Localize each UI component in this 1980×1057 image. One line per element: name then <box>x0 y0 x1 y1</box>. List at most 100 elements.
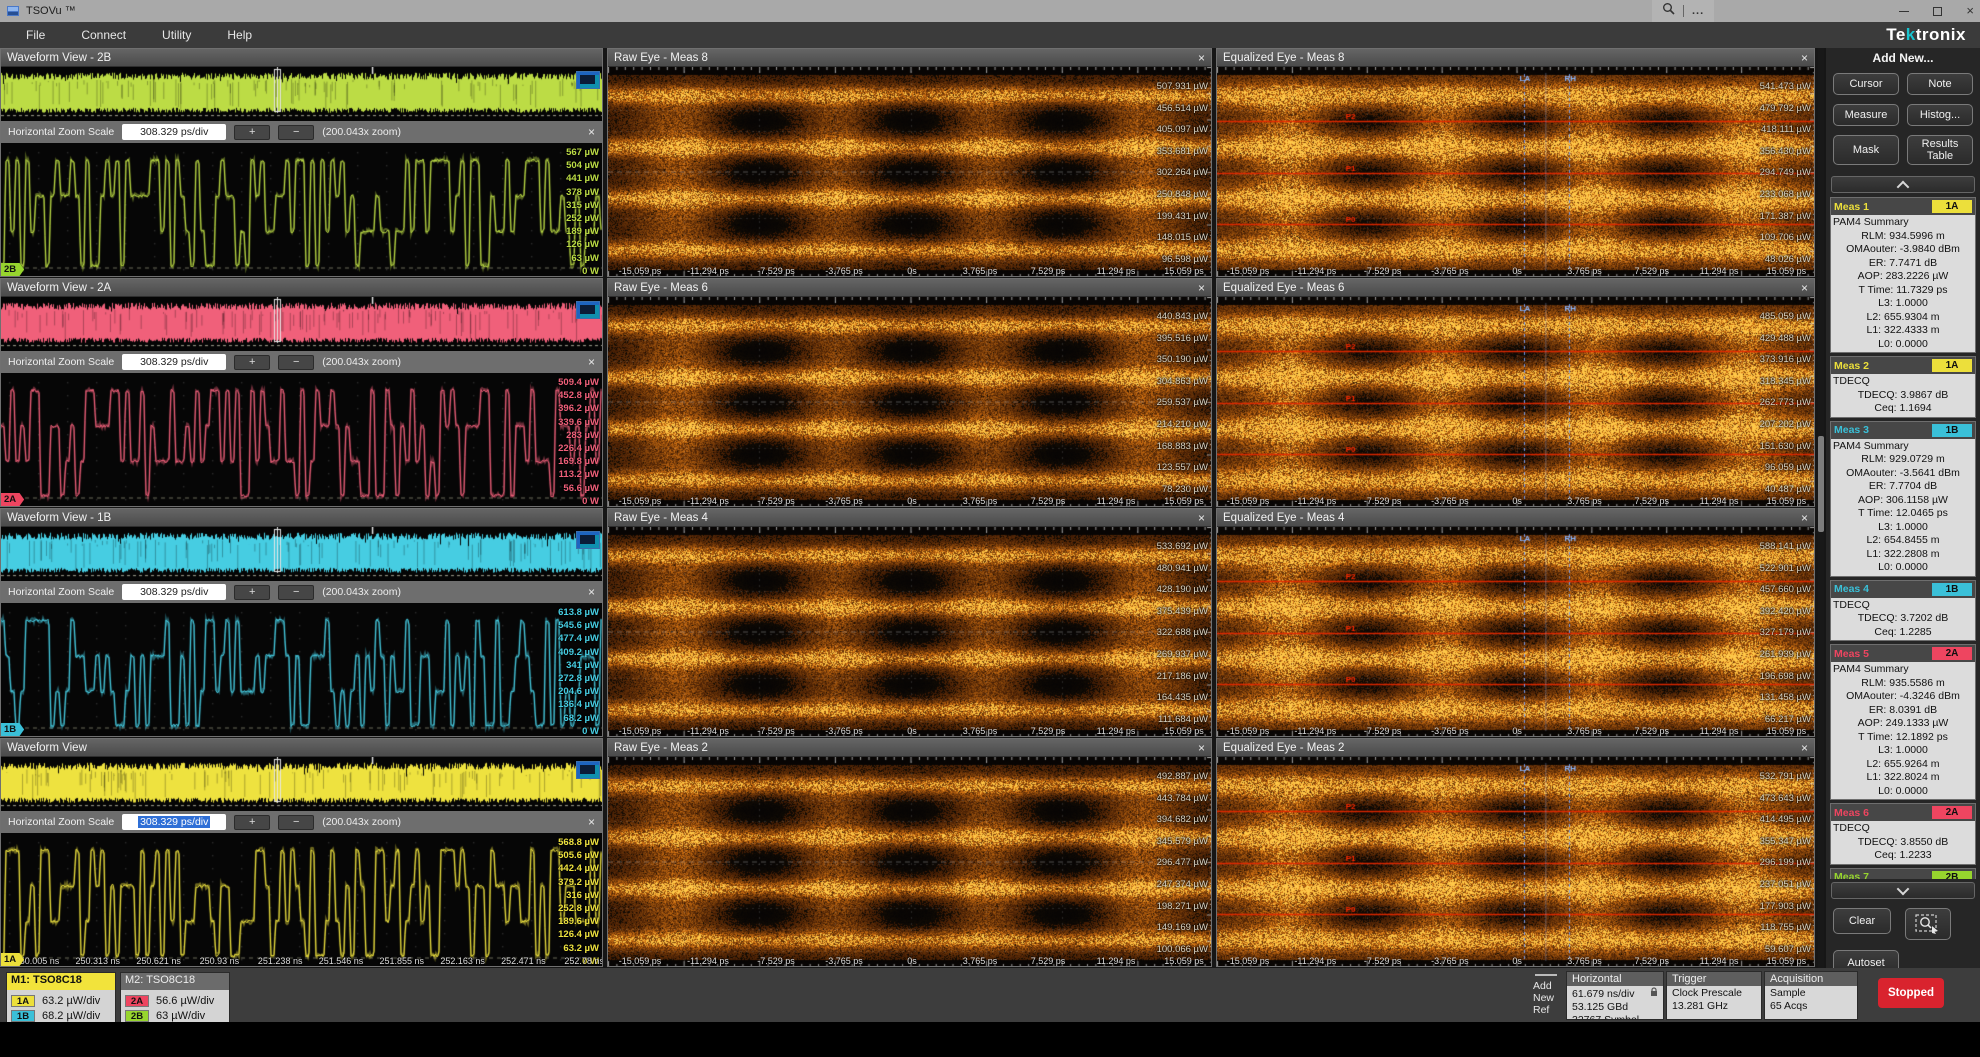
close-icon[interactable]: × <box>1801 742 1808 754</box>
waveform-plot[interactable]: 568.8 µW505.6 µW442.4 µW379.2 µW316 µW25… <box>1 833 602 967</box>
close-icon[interactable]: × <box>588 356 595 368</box>
close-icon[interactable]: × <box>588 586 595 598</box>
panel-header[interactable]: Raw Eye - Meas 2 × <box>608 739 1211 757</box>
waveform-canvas[interactable] <box>1 143 602 277</box>
add-mask-button[interactable]: Mask <box>1833 135 1899 165</box>
channel-row-1a[interactable]: 1A 63.2 µW/div <box>11 993 111 1008</box>
channel-row-2a[interactable]: 2A 56.6 µW/div <box>125 993 225 1008</box>
acquisition-settings-card[interactable]: Acquisition Sample 65 Acqs <box>1764 971 1858 1020</box>
eye-canvas[interactable] <box>1217 757 1815 967</box>
eye-canvas[interactable] <box>608 527 1212 737</box>
minimize-button[interactable] <box>1899 11 1909 12</box>
waveform-plot[interactable]: 567 µW504 µW441 µW378 µW315 µW252 µW189 … <box>1 143 602 277</box>
measurement-card-header[interactable]: Meas 2 1A <box>1831 357 1975 374</box>
eye-canvas[interactable] <box>1217 297 1815 507</box>
eye-plot[interactable]: 507.931 µW456.514 µW405.097 µW353.681 µW… <box>608 67 1211 277</box>
close-icon[interactable]: × <box>1801 512 1808 524</box>
measurement-card[interactable]: Meas 5 2A PAM4 Summary RLM: 935.5586 mOM… <box>1830 644 1976 800</box>
eye-plot[interactable]: 485.059 µW429.488 µW373.916 µW318.345 µW… <box>1217 297 1814 507</box>
close-icon[interactable]: × <box>1198 512 1205 524</box>
panel-header[interactable]: Equalized Eye - Meas 8 × <box>1217 49 1814 67</box>
panel-header[interactable]: Raw Eye - Meas 8 × <box>608 49 1211 67</box>
measurement-card-header[interactable]: Meas 1 1A <box>1831 198 1975 215</box>
measurement-card[interactable]: Meas 3 1B PAM4 Summary RLM: 929.0729 mOM… <box>1830 421 1976 577</box>
zoom-scale-input[interactable]: 308.329 ps/div <box>122 814 226 830</box>
zoom-select-button[interactable] <box>1905 908 1951 940</box>
module-m2-header[interactable]: M2: TSO8C18 <box>121 973 229 990</box>
waveform-canvas[interactable] <box>1 833 602 967</box>
panel-header[interactable]: Waveform View <box>1 739 602 757</box>
scrollbar-thumb[interactable] <box>1818 436 1824 532</box>
channel-row-2b[interactable]: 2B 63 µW/div <box>125 1008 225 1023</box>
zoom-scale-input[interactable]: 308.329 ps/div <box>122 354 226 370</box>
zoom-in-button[interactable]: + <box>234 125 270 140</box>
zoom-out-button[interactable]: − <box>278 815 314 830</box>
menu-connect[interactable]: Connect <box>63 22 144 48</box>
zoom-scale-input[interactable]: 308.329 ps/div <box>122 124 226 140</box>
waveform-canvas[interactable] <box>1 373 602 507</box>
eye-canvas[interactable] <box>608 757 1212 967</box>
add-new-ref-button[interactable]: Add New Ref <box>1533 971 1563 1019</box>
panel-header[interactable]: Raw Eye - Meas 6 × <box>608 279 1211 297</box>
zoom-scale-input[interactable]: 308.329 ps/div <box>122 584 226 600</box>
eye-canvas[interactable] <box>1217 67 1815 277</box>
close-button[interactable]: × <box>1966 0 1974 22</box>
zoom-out-button[interactable]: − <box>278 355 314 370</box>
eye-plot[interactable]: 492.887 µW443.784 µW394.682 µW345.579 µW… <box>608 757 1211 967</box>
vertical-scrollbar[interactable] <box>1818 48 1824 968</box>
add-measure-button[interactable]: Measure <box>1833 104 1899 126</box>
module-m1-header[interactable]: M1: TSO8C18 <box>7 973 115 990</box>
more-tools-icon[interactable]: ... <box>1692 5 1704 17</box>
menu-help[interactable]: Help <box>209 22 270 48</box>
channel-row-1b[interactable]: 1B 68.2 µW/div <box>11 1008 111 1023</box>
panel-header[interactable]: Waveform View - 1B <box>1 509 602 527</box>
zoom-out-button[interactable]: − <box>278 585 314 600</box>
close-icon[interactable]: × <box>1198 282 1205 294</box>
measurement-card-header[interactable]: Meas 3 1B <box>1831 422 1975 439</box>
overview-map-icon[interactable] <box>576 71 600 89</box>
scroll-down-button[interactable] <box>1831 882 1975 899</box>
waveform-plot[interactable]: 613.8 µW545.6 µW477.4 µW409.2 µW341 µW27… <box>1 603 602 737</box>
overview-canvas[interactable] <box>1 297 602 351</box>
waveform-overview[interactable] <box>1 527 602 581</box>
waveform-overview[interactable] <box>1 757 602 811</box>
overview-canvas[interactable] <box>1 527 602 581</box>
eye-canvas[interactable] <box>608 297 1212 507</box>
add-histogram-button[interactable]: Histog... <box>1907 104 1973 126</box>
measurement-card-header[interactable]: Meas 4 1B <box>1831 581 1975 598</box>
panel-header[interactable]: Waveform View - 2B <box>1 49 602 67</box>
close-icon[interactable]: × <box>588 126 595 138</box>
maximize-button[interactable] <box>1933 7 1942 16</box>
clear-button[interactable]: Clear <box>1833 908 1891 934</box>
close-icon[interactable]: × <box>1198 52 1205 64</box>
zoom-in-button[interactable]: + <box>234 815 270 830</box>
overview-canvas[interactable] <box>1 757 602 811</box>
eye-canvas[interactable] <box>608 67 1212 277</box>
panel-header[interactable]: Equalized Eye - Meas 6 × <box>1217 279 1814 297</box>
close-icon[interactable]: × <box>588 816 595 828</box>
measurement-card-header[interactable]: Meas 5 2A <box>1831 645 1975 662</box>
close-icon[interactable]: × <box>1801 52 1808 64</box>
menu-file[interactable]: File <box>8 22 63 48</box>
eye-canvas[interactable] <box>1217 527 1815 737</box>
module-m2-card[interactable]: M2: TSO8C18 2A 56.6 µW/div 2B 63 µW/div <box>120 972 230 1026</box>
measurement-card-header[interactable]: Meas 6 2A <box>1831 804 1975 821</box>
measurement-card[interactable]: Meas 1 1A PAM4 Summary RLM: 934.5996 mOM… <box>1830 197 1976 353</box>
zoom-in-button[interactable]: + <box>234 355 270 370</box>
panel-header[interactable]: Equalized Eye - Meas 4 × <box>1217 509 1814 527</box>
eye-plot[interactable]: 532.791 µW473.643 µW414.495 µW355.347 µW… <box>1217 757 1814 967</box>
zoom-in-button[interactable]: + <box>234 585 270 600</box>
eye-plot[interactable]: 440.843 µW395.516 µW350.190 µW304.863 µW… <box>608 297 1211 507</box>
zoom-out-button[interactable]: − <box>278 125 314 140</box>
panel-header[interactable]: Equalized Eye - Meas 2 × <box>1217 739 1814 757</box>
measurement-card[interactable]: Meas 6 2A TDECQ TDECQ: 3.8550 dBCeq: 1.2… <box>1830 803 1976 865</box>
add-note-button[interactable]: Note <box>1907 73 1973 95</box>
close-icon[interactable]: × <box>1801 282 1808 294</box>
panel-header[interactable]: Raw Eye - Meas 4 × <box>608 509 1211 527</box>
eye-plot[interactable]: 541.473 µW479.792 µW418.111 µW356.430 µW… <box>1217 67 1814 277</box>
measurement-card[interactable]: Meas 2 1A TDECQ TDECQ: 3.9867 dBCeq: 1.1… <box>1830 356 1976 418</box>
zoom-tool-icon[interactable] <box>1662 2 1675 20</box>
measurement-card[interactable]: Meas 7 2B PAM4 Summary <box>1830 868 1976 880</box>
waveform-canvas[interactable] <box>1 603 602 737</box>
module-m1-card[interactable]: M1: TSO8C18 1A 63.2 µW/div 1B 68.2 µW/di… <box>6 972 116 1026</box>
